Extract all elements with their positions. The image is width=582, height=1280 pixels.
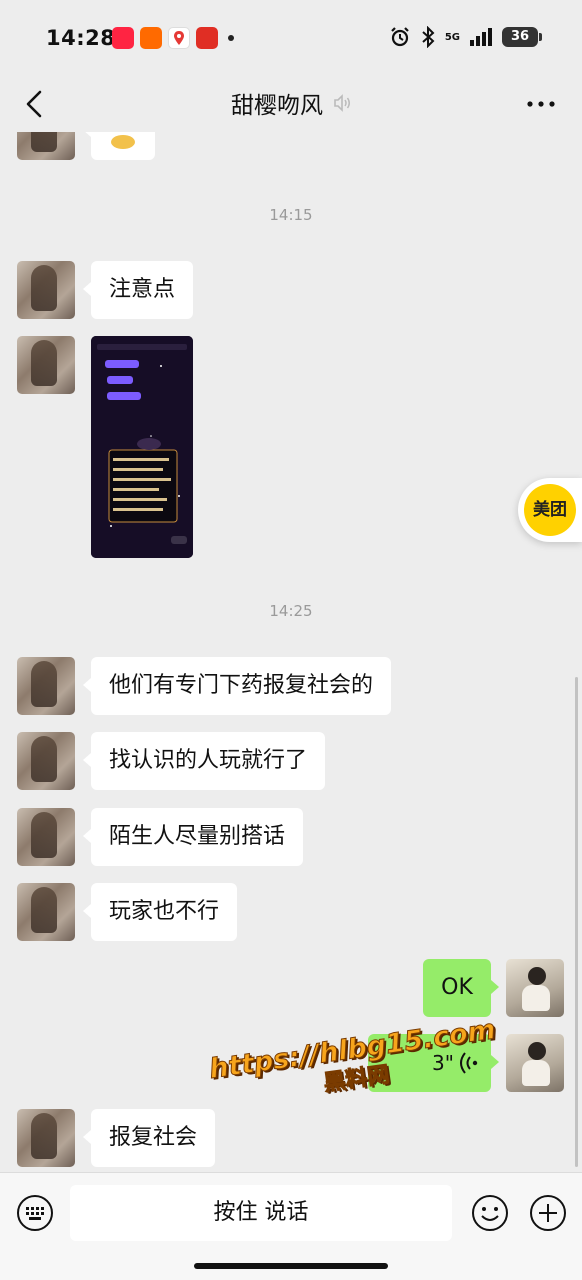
voice-muted-icon [334, 94, 350, 112]
image-message[interactable] [91, 336, 193, 558]
contact-avatar[interactable] [17, 883, 75, 941]
text-message-sent[interactable]: OK [423, 959, 499, 1017]
voice-wave-icon [460, 1052, 478, 1074]
status-time: 14:28 [46, 26, 116, 50]
contact-avatar[interactable] [17, 261, 75, 319]
my-avatar[interactable] [506, 1034, 564, 1092]
keyboard-icon[interactable] [16, 1194, 54, 1232]
text-message[interactable]: 注意点 [82, 261, 194, 319]
meituan-logo: 美团 [524, 484, 576, 536]
system-icons: 5G 36 [389, 26, 542, 48]
text-message[interactable]: 他们有专门下药报复社会的 [82, 657, 392, 715]
contact-avatar[interactable] [17, 132, 75, 160]
contact-avatar[interactable] [17, 732, 75, 790]
contact-avatar[interactable] [17, 657, 75, 715]
notification-icons [112, 27, 234, 49]
sticker-message[interactable] [83, 132, 155, 160]
timestamp: 14:25 [269, 602, 313, 620]
chat-title[interactable]: 甜樱吻风 [231, 86, 323, 120]
more-icon[interactable] [526, 96, 556, 112]
taobao-app-icon [140, 27, 162, 49]
alarm-icon [391, 27, 409, 47]
my-avatar[interactable] [506, 959, 564, 1017]
xiaohongshu-app-icon [112, 27, 134, 49]
message-list[interactable]: 14:15 注意点 美团 14:25 他们有专门下药报复社会的 找认识的人玩就行… [0, 132, 582, 1172]
voice-message-sent[interactable]: 3" [368, 1034, 499, 1092]
text-message[interactable]: 玩家也不行 [82, 883, 238, 941]
emoji-icon[interactable] [471, 1194, 509, 1232]
chat-header: 甜樱吻风 [0, 76, 582, 132]
more-notifications-dot [228, 35, 234, 41]
maps-app-icon [168, 27, 190, 49]
text-message[interactable]: 陌生人尽量别搭话 [82, 808, 304, 866]
text-message[interactable]: 找认识的人玩就行了 [82, 732, 326, 790]
signal-icon [470, 28, 492, 46]
contact-avatar[interactable] [17, 336, 75, 394]
contact-avatar[interactable] [17, 1109, 75, 1167]
sticker-icon [111, 135, 135, 149]
contact-avatar[interactable] [17, 808, 75, 866]
hold-to-talk-button[interactable]: 按住 说话 [70, 1185, 452, 1241]
home-indicator[interactable] [194, 1263, 388, 1269]
status-bar: 14:28 5G 36 [0, 0, 582, 76]
scrollbar[interactable] [575, 677, 578, 1167]
meituan-floating-button[interactable]: 美团 [518, 478, 582, 542]
plus-icon[interactable] [529, 1194, 567, 1232]
input-bar: 按住 说话 [0, 1172, 582, 1280]
pinduoduo-app-icon [196, 27, 218, 49]
voice-duration: 3" [432, 1051, 454, 1075]
battery-icon: 36 [502, 27, 542, 47]
bluetooth-icon [422, 26, 435, 48]
text-message[interactable]: 报复社会 [82, 1109, 216, 1167]
timestamp: 14:15 [269, 206, 313, 224]
image-thumbnail [91, 336, 193, 558]
network-type: 5G [444, 31, 460, 43]
